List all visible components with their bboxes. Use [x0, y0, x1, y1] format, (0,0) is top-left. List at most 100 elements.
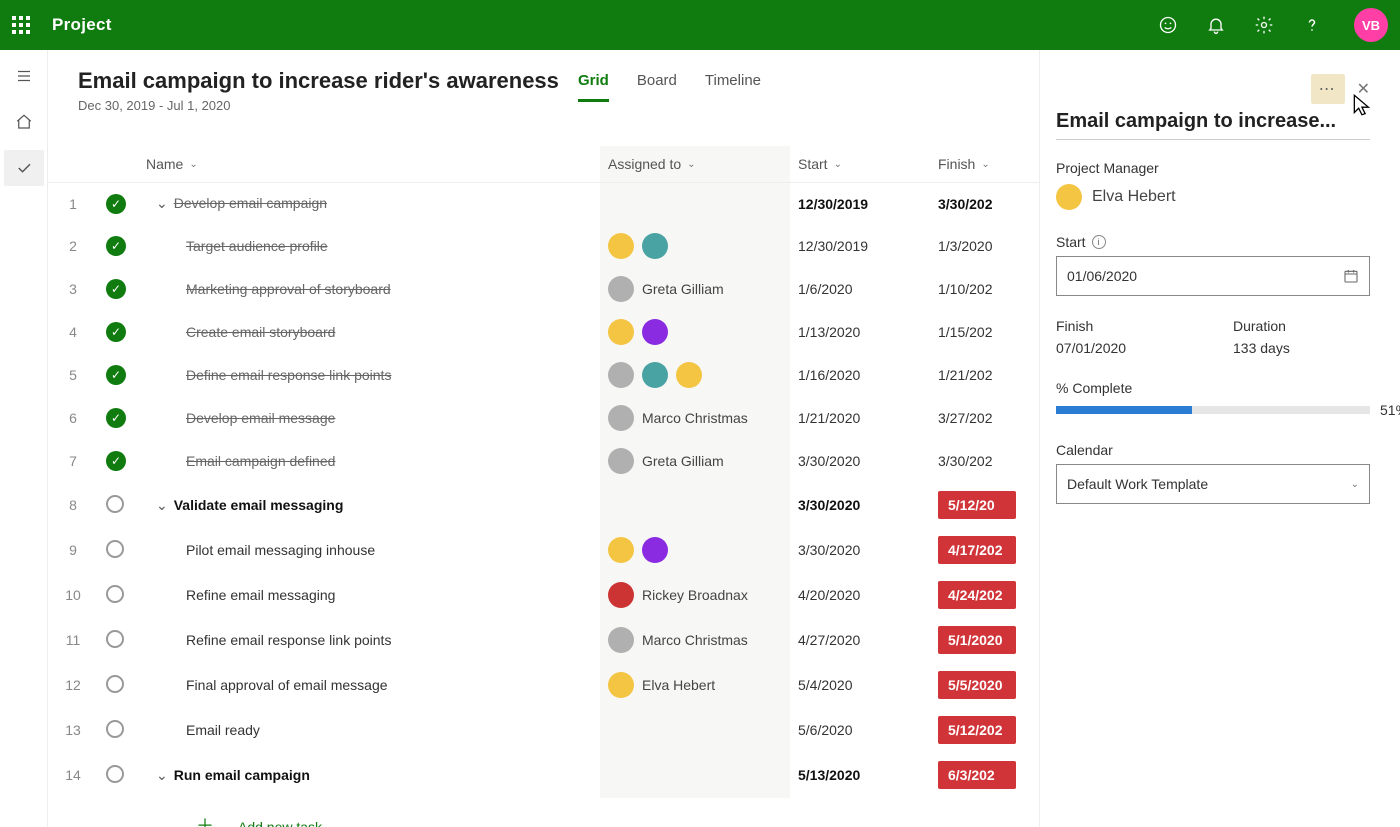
table-row[interactable]: 5✓Define email response link points1/16/… [48, 354, 1040, 397]
table-row[interactable]: 1✓⌄Develop email campaign12/30/20193/30/… [48, 183, 1040, 225]
finish-date: 5/12/20 [930, 483, 1040, 528]
task-status[interactable]: ✓ [98, 397, 138, 440]
task-name-cell[interactable]: Pilot email messaging inhouse [138, 528, 600, 573]
task-name-cell[interactable]: ⌄Develop email campaign [138, 183, 600, 225]
assigned-cell[interactable] [600, 225, 790, 268]
assigned-cell[interactable]: Greta Gilliam [600, 440, 790, 483]
assigned-cell[interactable]: Marco Christmas [600, 397, 790, 440]
more-actions-button[interactable]: ⋯ [1311, 74, 1345, 104]
task-status[interactable] [98, 753, 138, 798]
checkmark-icon[interactable] [4, 150, 44, 186]
col-start[interactable]: Start⌄ [790, 146, 930, 183]
task-name-cell[interactable]: Final approval of email message [138, 663, 600, 708]
task-name-cell[interactable]: Marketing approval of storyboard [138, 268, 600, 311]
table-row[interactable]: 4✓Create email storyboard1/13/20201/15/2… [48, 311, 1040, 354]
table-row[interactable]: 6✓Develop email messageMarco Christmas1/… [48, 397, 1040, 440]
col-assigned[interactable]: Assigned to⌄ [600, 146, 790, 183]
table-row[interactable]: 12Final approval of email messageElva He… [48, 663, 1040, 708]
table-row[interactable]: 14⌄Run email campaign5/13/20206/3/202 [48, 753, 1040, 798]
task-status[interactable]: ✓ [98, 183, 138, 225]
home-icon[interactable] [4, 104, 44, 140]
chevron-down-icon[interactable]: ⌄ [156, 767, 168, 784]
start-date-input[interactable]: 01/06/2020 [1056, 256, 1370, 296]
app-name[interactable]: Project [52, 15, 112, 35]
assigned-cell[interactable]: Greta Gilliam [600, 268, 790, 311]
feedback-icon[interactable] [1158, 15, 1178, 35]
task-name-cell[interactable]: Email campaign defined [138, 440, 600, 483]
task-status[interactable]: ✓ [98, 311, 138, 354]
task-name-cell[interactable]: Create email storyboard [138, 311, 600, 354]
duration-value: 133 days [1233, 340, 1370, 356]
start-date: 4/20/2020 [790, 573, 930, 618]
task-name-cell[interactable]: ⌄Validate email messaging [138, 483, 600, 528]
assigned-cell[interactable]: Marco Christmas [600, 618, 790, 663]
task-status[interactable] [98, 483, 138, 528]
app-launcher-icon[interactable] [12, 16, 30, 34]
col-finish[interactable]: Finish⌄ [930, 146, 1040, 183]
col-name[interactable]: Name⌄ [138, 146, 600, 183]
row-number: 8 [48, 483, 98, 528]
assigned-cell[interactable] [600, 753, 790, 798]
task-name-cell[interactable]: Email ready [138, 708, 600, 753]
start-date: 3/30/2020 [790, 483, 930, 528]
close-icon[interactable]: ✕ [1357, 79, 1370, 99]
finish-date: 3/30/202 [930, 183, 1040, 225]
tab-board[interactable]: Board [637, 72, 677, 102]
help-icon[interactable] [1302, 15, 1322, 35]
col-status [98, 146, 138, 183]
task-status[interactable] [98, 528, 138, 573]
assigned-cell[interactable] [600, 708, 790, 753]
avatar [676, 362, 702, 388]
avatar [642, 319, 668, 345]
assignee-name: Elva Hebert [642, 677, 715, 693]
avatar [642, 537, 668, 563]
tab-timeline[interactable]: Timeline [705, 72, 761, 102]
task-name-cell[interactable]: Target audience profile [138, 225, 600, 268]
table-row[interactable]: 9Pilot email messaging inhouse3/30/20204… [48, 528, 1040, 573]
table-row[interactable]: 13Email ready5/6/20205/12/202 [48, 708, 1040, 753]
settings-icon[interactable] [1254, 15, 1274, 35]
chevron-down-icon[interactable]: ⌄ [156, 497, 168, 514]
finish-value: 07/01/2020 [1056, 340, 1193, 356]
task-status[interactable]: ✓ [98, 268, 138, 311]
finish-date: 1/21/202 [930, 354, 1040, 397]
assigned-cell[interactable]: Elva Hebert [600, 663, 790, 708]
assignee-name: Marco Christmas [642, 410, 748, 426]
table-row[interactable]: 11Refine email response link pointsMarco… [48, 618, 1040, 663]
task-status[interactable]: ✓ [98, 225, 138, 268]
task-status[interactable]: ✓ [98, 440, 138, 483]
assigned-cell[interactable]: Rickey Broadnax [600, 573, 790, 618]
notifications-icon[interactable] [1206, 15, 1226, 35]
task-name-cell[interactable]: Refine email response link points [138, 618, 600, 663]
task-status[interactable] [98, 618, 138, 663]
start-date-value: 01/06/2020 [1067, 268, 1137, 284]
task-name-cell[interactable]: ⌄Run email campaign [138, 753, 600, 798]
table-row[interactable]: 8 ⌄Validate email messaging 3/30/20205/12/… [48, 483, 1040, 528]
assigned-cell[interactable] [600, 311, 790, 354]
task-name-cell[interactable]: Define email response link points [138, 354, 600, 397]
assigned-cell[interactable] [600, 483, 790, 528]
assigned-cell[interactable] [600, 528, 790, 573]
add-task-row[interactable]: ＋Add new task [48, 798, 1040, 827]
assigned-cell[interactable] [600, 183, 790, 225]
task-status[interactable]: ✓ [98, 354, 138, 397]
table-row[interactable]: 7✓Email campaign definedGreta Gilliam3/3… [48, 440, 1040, 483]
table-row[interactable]: 10Refine email messagingRickey Broadnax4… [48, 573, 1040, 618]
user-avatar[interactable]: VB [1354, 8, 1388, 42]
calendar-select[interactable]: Default Work Template ⌄ [1056, 464, 1370, 504]
tab-grid[interactable]: Grid [578, 72, 609, 102]
assigned-cell[interactable] [600, 354, 790, 397]
task-name-cell[interactable]: Refine email messaging [138, 573, 600, 618]
hamburger-icon[interactable] [4, 58, 44, 94]
pct-complete-bar[interactable]: 51% [1056, 406, 1370, 414]
project-manager-row[interactable]: Elva Hebert [1056, 184, 1370, 210]
table-row[interactable]: 3✓Marketing approval of storyboardGreta … [48, 268, 1040, 311]
table-row[interactable]: 2✓Target audience profile12/30/20191/3/2… [48, 225, 1040, 268]
task-status[interactable] [98, 573, 138, 618]
task-status[interactable] [98, 663, 138, 708]
info-icon[interactable]: i [1092, 235, 1106, 249]
start-date: 4/27/2020 [790, 618, 930, 663]
chevron-down-icon[interactable]: ⌄ [156, 195, 168, 212]
task-status[interactable] [98, 708, 138, 753]
task-name-cell[interactable]: Develop email message [138, 397, 600, 440]
